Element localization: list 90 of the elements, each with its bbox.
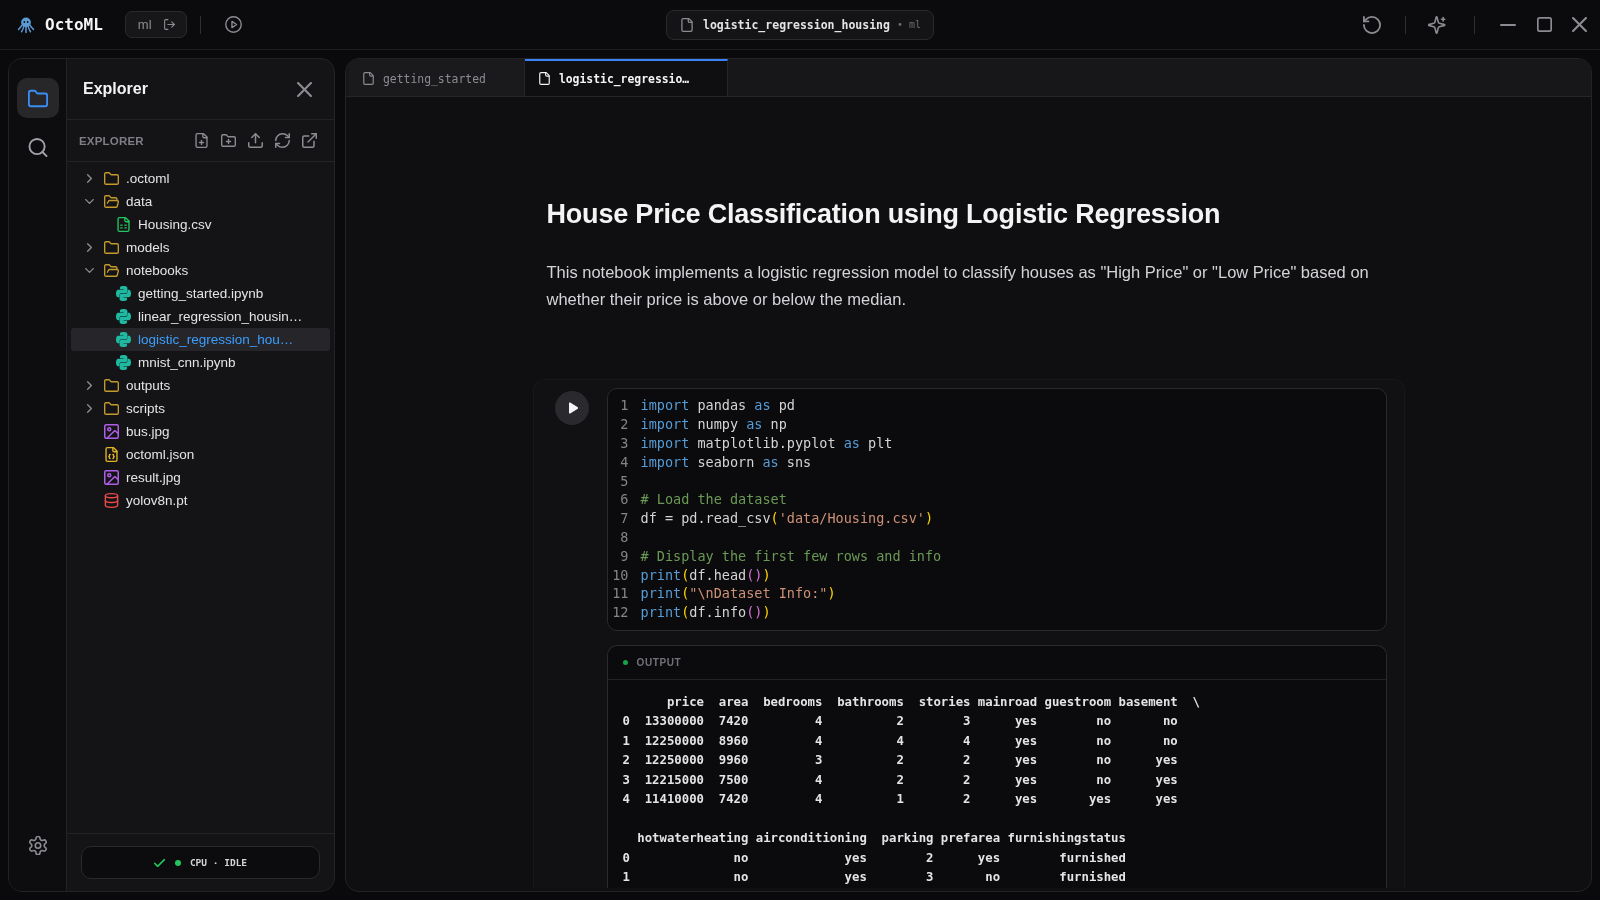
folder-icon <box>104 171 119 186</box>
code-line: # Load the dataset <box>640 491 787 508</box>
code-line: import numpy as np <box>640 416 787 433</box>
code-line: import matplotlib.pyplot as plt <box>640 435 893 451</box>
image-icon <box>104 470 119 485</box>
python-icon <box>116 309 131 324</box>
play-circle-icon[interactable] <box>224 16 242 33</box>
tree-item[interactable]: logistic_regression_hou… <box>71 328 330 351</box>
line-number: 10 <box>611 566 629 583</box>
undo-icon[interactable] <box>1363 15 1381 34</box>
search-icon <box>27 137 48 157</box>
close-icon[interactable] <box>1572 17 1587 32</box>
folder-icon <box>104 240 119 255</box>
folder-icon <box>104 378 119 393</box>
tree-item[interactable]: result.jpg <box>71 466 330 489</box>
tree-item[interactable]: octoml.json <box>71 443 330 466</box>
line-number: 5 <box>619 472 629 489</box>
output-text: price area bedrooms bathrooms stories mainroad guestroom basement \ 0 13300000 7420 4 2 3 yes no no 1 12250000 8960 4 4 4 yes no no 2 12250000 9960 3 2 2 yes no yes 3 12215000 7500 4 2 2 yes no yes 4 11410000 7420 4 1 2 yes yes yes <box>622 693 1200 809</box>
octopus-icon <box>17 15 35 34</box>
line-number: 2 <box>619 416 629 433</box>
tree-item[interactable]: linear_regression_housin… <box>71 305 330 328</box>
kernel-label: • ml <box>896 19 921 30</box>
file-plus-icon[interactable] <box>194 133 209 148</box>
upload-icon[interactable] <box>248 133 263 148</box>
open-folder-icon <box>104 194 119 209</box>
notebook-description: This notebook implements a logistic regression model to classify houses as "High Price" or "Low Price" based on whether their price is above or below the median. <box>546 262 1370 310</box>
folder-icon <box>104 401 119 416</box>
code-line: import pandas as pd <box>640 397 795 414</box>
line-number: 4 <box>619 453 629 470</box>
logout-icon <box>162 18 176 31</box>
close-icon[interactable] <box>297 81 312 97</box>
output-text: hotwaterheating airconditioning parking prefarea furnishingstatus 0 no yes 2 yes furnished 1 no yes 3 no furnished <box>622 830 1126 887</box>
line-number: 3 <box>619 435 629 451</box>
line-number: 6 <box>619 491 629 508</box>
database-icon <box>104 493 119 508</box>
refresh-icon[interactable] <box>275 133 290 148</box>
tree-item[interactable]: scripts <box>71 397 330 420</box>
tree-item[interactable]: models <box>71 236 330 259</box>
file-icon <box>538 72 550 85</box>
play-icon <box>567 402 578 414</box>
tree-item[interactable]: getting_started.ipynb <box>71 282 330 305</box>
image-icon <box>104 424 119 439</box>
section-label: EXPLORER <box>79 134 144 147</box>
line-number: 8 <box>619 528 629 545</box>
python-icon <box>116 332 131 347</box>
tree-item[interactable]: Housing.csv <box>71 213 330 236</box>
tree-item[interactable]: outputs <box>71 374 330 397</box>
run-button[interactable] <box>554 391 589 425</box>
python-icon <box>116 286 131 301</box>
output-label: OUTPUT <box>636 656 682 668</box>
minimize-icon[interactable] <box>1499 23 1517 26</box>
code-line: print(df.info()) <box>640 604 771 621</box>
notebook-heading: House Price Classification using Logistic Regression <box>546 198 1222 231</box>
code-line: import seaborn as sns <box>640 453 812 470</box>
line-number: 7 <box>619 510 629 527</box>
code-line: print("\nDataset Info:") <box>640 585 836 602</box>
settings-icon[interactable] <box>27 836 48 855</box>
code-line: print(df.head()) <box>640 566 771 583</box>
python-icon <box>116 355 131 370</box>
line-number: 1 <box>619 397 629 414</box>
tree-item[interactable]: bus.jpg <box>71 420 330 443</box>
folder-plus-icon[interactable] <box>221 133 236 148</box>
panel-title: Explorer <box>83 80 148 98</box>
file-icon <box>681 17 693 32</box>
document-title: logistic_regression_housing <box>703 17 890 32</box>
tree-item[interactable]: .octoml <box>71 167 330 190</box>
tree-item[interactable]: mnist_cnn.ipynb <box>71 351 330 374</box>
folder-icon <box>27 88 48 108</box>
spreadsheet-file-icon <box>116 217 131 232</box>
maximize-icon[interactable] <box>1537 17 1552 32</box>
line-number: 12 <box>611 604 629 621</box>
status-dot-icon <box>622 659 628 665</box>
editor-tab[interactable]: logistic_regressio… <box>524 59 729 96</box>
open-folder-icon <box>104 263 119 278</box>
explorer-button[interactable] <box>16 78 59 118</box>
external-link-icon[interactable] <box>302 133 317 148</box>
status-text: CPU · IDLE <box>189 857 248 868</box>
tree-item[interactable]: data <box>71 190 330 213</box>
environment-button[interactable]: ml <box>124 11 187 38</box>
code-line: # Display the first few rows and info <box>640 547 942 564</box>
sparkles-icon[interactable] <box>1428 15 1446 34</box>
file-icon <box>363 72 374 85</box>
code-line: df = pd.read_csv('data/Housing.csv') <box>640 510 934 527</box>
braces-file-icon <box>104 447 119 462</box>
line-number: 9 <box>619 547 629 564</box>
code-editor[interactable] <box>606 388 1387 631</box>
app-name: OctoML <box>45 15 103 34</box>
tree-item[interactable]: notebooks <box>71 259 330 282</box>
tree-item[interactable]: yolov8n.pt <box>71 489 330 512</box>
line-number: 11 <box>611 585 629 602</box>
